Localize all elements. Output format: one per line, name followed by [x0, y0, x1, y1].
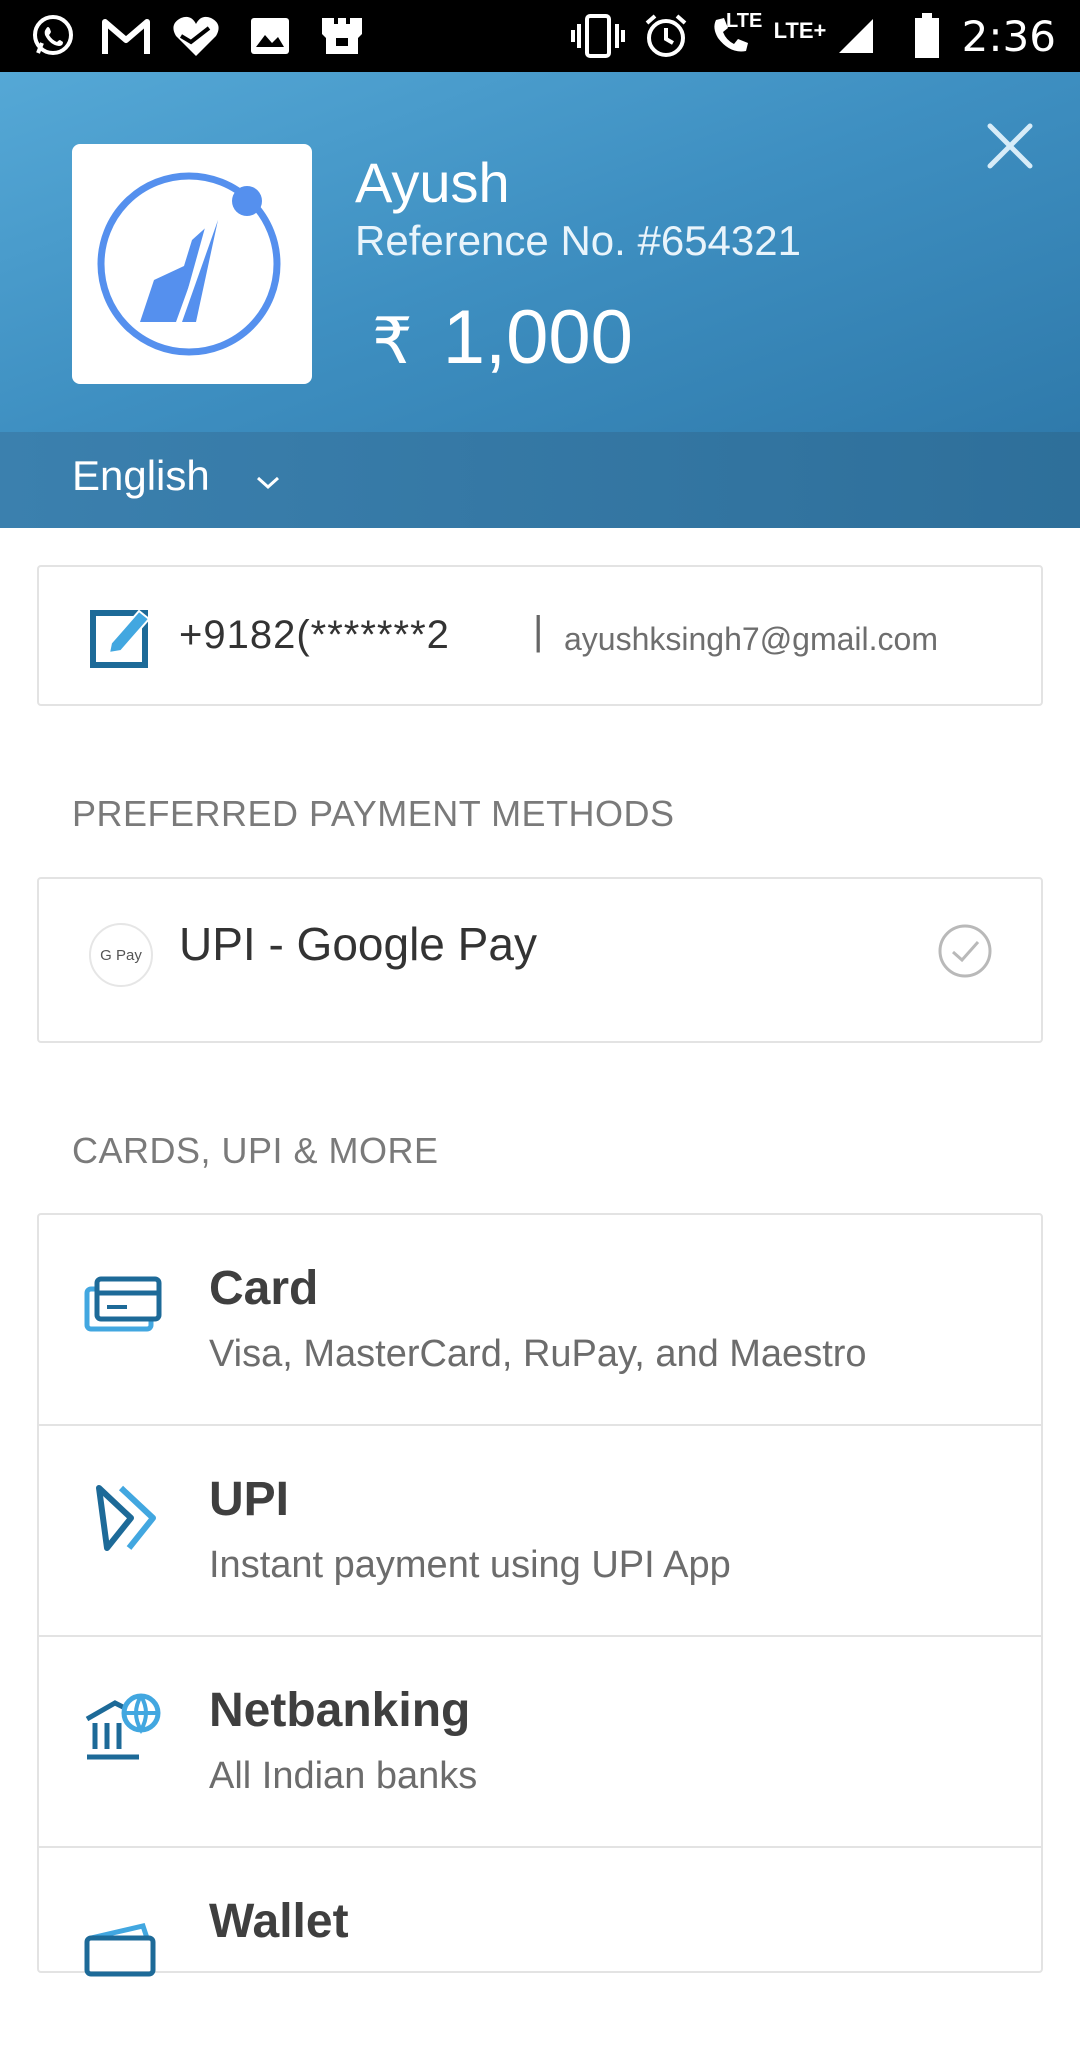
- method-subtitle: Visa, MasterCard, RuPay, and Maestro: [209, 1333, 867, 1375]
- method-netbanking[interactable]: Netbanking All Indian banks: [39, 1637, 1041, 1848]
- google-pay-icon: G Pay: [89, 923, 153, 987]
- gmail-icon: [100, 14, 152, 58]
- check-circle-icon[interactable]: [937, 923, 993, 979]
- contact-phone: +9182(*******2: [179, 613, 450, 657]
- method-title: UPI: [209, 1473, 290, 1526]
- merchant-name: Ayush: [355, 151, 510, 214]
- volte-call-icon: LTE: [700, 10, 762, 58]
- amount-value: 1,000: [442, 295, 633, 380]
- clock: 2:36: [961, 12, 1056, 61]
- preferred-method-label: UPI - Google Pay: [179, 918, 537, 970]
- battery-icon: [910, 13, 944, 58]
- method-title: Wallet: [209, 1895, 349, 1948]
- method-upi[interactable]: UPI Instant payment using UPI App: [39, 1426, 1041, 1637]
- card-icon: [84, 1276, 162, 1332]
- language-label: English: [72, 452, 210, 499]
- whatsapp-icon: [28, 14, 78, 58]
- method-subtitle: Instant payment using UPI App: [209, 1544, 731, 1586]
- app-icon: [316, 14, 368, 58]
- method-title: Card: [209, 1262, 319, 1315]
- contact-email: ayushksingh7@gmail.com: [564, 621, 938, 657]
- health-icon: [170, 14, 222, 58]
- upi-icon: [96, 1485, 156, 1551]
- merchant-logo: [72, 144, 312, 384]
- checkout-header: Ayush Reference No. #654321 ₹ 1,000: [0, 72, 1080, 432]
- currency-symbol: ₹: [372, 305, 413, 377]
- method-title: Netbanking: [209, 1684, 471, 1737]
- edit-icon[interactable]: [89, 603, 155, 669]
- more-methods-title: CARDS, UPI & MORE: [72, 1130, 439, 1171]
- lte-signal-icon: LTE+: [773, 18, 827, 43]
- amount-display: ₹ 1,000: [372, 294, 633, 381]
- close-icon: [987, 123, 1033, 169]
- reference-number: Reference No. #654321: [355, 217, 801, 264]
- preferred-method-google-pay[interactable]: G Pay UPI - Google Pay: [37, 877, 1043, 1043]
- language-selector[interactable]: English: [0, 432, 1080, 528]
- method-subtitle: All Indian banks: [209, 1755, 478, 1797]
- close-button[interactable]: [978, 114, 1042, 178]
- bank-icon: [85, 1693, 161, 1760]
- vibrate-icon: [570, 14, 626, 58]
- contact-separator: |: [533, 609, 544, 653]
- status-bar: LTE LTE+ 2:36: [0, 0, 1080, 72]
- chevron-down-icon: [256, 476, 280, 490]
- wallet-icon: [84, 1923, 156, 1977]
- signal-icon: [836, 14, 876, 58]
- payment-methods-list: Card Visa, MasterCard, RuPay, and Maestr…: [37, 1213, 1043, 1977]
- preferred-methods-title: PREFERRED PAYMENT METHODS: [72, 793, 675, 834]
- alarm-icon: [642, 14, 690, 58]
- gallery-icon: [248, 14, 292, 58]
- contact-details-card[interactable]: +9182(*******2 | ayushksingh7@gmail.com: [37, 565, 1043, 706]
- merchant-logo-icon: [97, 172, 281, 356]
- method-card[interactable]: Card Visa, MasterCard, RuPay, and Maestr…: [39, 1215, 1041, 1426]
- method-wallet[interactable]: Wallet: [39, 1848, 1041, 2059]
